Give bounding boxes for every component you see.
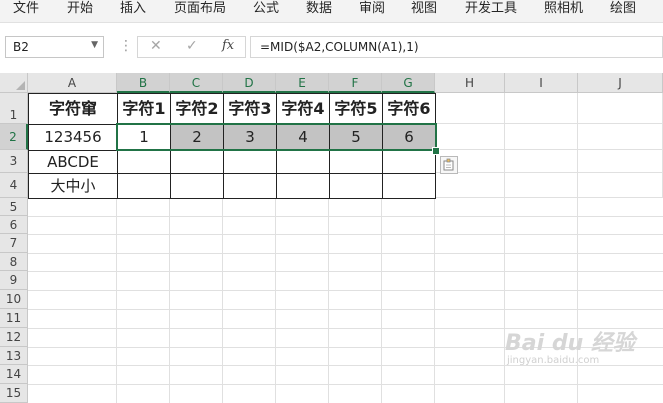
watermark-url: jingyan.baidu.com (507, 355, 600, 366)
cell-H1[interactable] (435, 93, 505, 124)
cell-D1[interactable]: 字符3 (223, 93, 277, 125)
column-header-I[interactable]: I (505, 73, 578, 93)
row-header-8[interactable]: 8 (0, 253, 28, 271)
row-header-3[interactable]: 3 (0, 150, 28, 173)
name-box[interactable]: B2 ▼ (5, 36, 104, 58)
column-header-J[interactable]: J (578, 73, 663, 93)
cell-B4[interactable] (117, 173, 171, 199)
quick-analysis-icon[interactable] (440, 156, 458, 174)
cell-H4[interactable] (435, 173, 505, 198)
tab-home[interactable]: 开始 (67, 0, 93, 20)
cell-A2[interactable]: 123456 (28, 124, 118, 151)
row-header-11[interactable]: 11 (0, 309, 28, 328)
cell-J2[interactable] (578, 124, 663, 150)
column-header-H[interactable]: H (435, 73, 505, 93)
cell-E4[interactable] (276, 173, 330, 199)
worksheet-grid: A B C D E F G H I J 1 2 3 4 5 6 7 8 9 10… (0, 73, 663, 403)
formula-buttons: ✕ ✓ fx (137, 36, 246, 58)
cell-A4[interactable]: 大中小 (28, 173, 118, 199)
formula-input[interactable]: =MID($A2,COLUMN(A1),1) (250, 36, 663, 58)
column-header-A[interactable]: A (28, 73, 117, 93)
watermark-logo: Bai du 经验 (505, 331, 635, 356)
tab-page-layout[interactable]: 页面布局 (174, 0, 226, 20)
quick-analysis-glyph-icon (443, 158, 454, 171)
cell-E2[interactable]: 4 (276, 124, 330, 151)
row-header-2[interactable]: 2 (0, 124, 28, 150)
cell-F4[interactable] (329, 173, 383, 199)
cell-A3[interactable]: ABCDE (28, 150, 118, 174)
cell-I1[interactable] (505, 93, 578, 124)
cell-I4[interactable] (505, 173, 578, 198)
column-header-G[interactable]: G (382, 73, 435, 93)
cell-B3[interactable] (117, 150, 171, 174)
tab-formulas[interactable]: 公式 (253, 0, 279, 20)
cell-G2[interactable]: 6 (382, 124, 436, 151)
cell-C4[interactable] (170, 173, 224, 199)
cell-D2[interactable]: 3 (223, 124, 277, 151)
tab-insert[interactable]: 插入 (120, 0, 146, 20)
column-header-C[interactable]: C (170, 73, 223, 93)
cell-B2[interactable]: 1 (117, 124, 171, 151)
cell-F2[interactable]: 5 (329, 124, 383, 151)
cell-G1[interactable]: 字符6 (382, 93, 436, 125)
row-header-9[interactable]: 9 (0, 271, 28, 290)
cell-C3[interactable] (170, 150, 224, 174)
formula-bar: B2 ▼ ⋮ ✕ ✓ fx =MID($A2,COLUMN(A1),1) (0, 22, 663, 77)
cell-I3[interactable] (505, 150, 578, 173)
cell-D4[interactable] (223, 173, 277, 199)
cell-J1[interactable] (578, 93, 663, 124)
tab-developer[interactable]: 开发工具 (465, 0, 517, 20)
cancel-icon[interactable]: ✕ (150, 38, 162, 54)
tab-view[interactable]: 视图 (411, 0, 437, 20)
column-header-E[interactable]: E (276, 73, 329, 93)
row-header-12[interactable]: 12 (0, 328, 28, 347)
cell-C2[interactable]: 2 (170, 124, 224, 151)
tab-review[interactable]: 审阅 (359, 0, 385, 20)
cell-B1[interactable]: 字符1 (117, 93, 171, 125)
column-header-D[interactable]: D (223, 73, 276, 93)
tab-camera[interactable]: 照相机 (544, 0, 583, 20)
row-header-15[interactable]: 15 (0, 384, 28, 403)
row-header-1[interactable]: 1 (0, 93, 28, 124)
chevron-down-icon[interactable]: ▼ (91, 40, 98, 50)
cell-J3[interactable] (578, 150, 663, 173)
cell-E1[interactable]: 字符4 (276, 93, 330, 125)
row-header-4[interactable]: 4 (0, 173, 28, 198)
tab-file[interactable]: 文件 (13, 0, 39, 20)
column-header-F[interactable]: F (329, 73, 382, 93)
watermark: Bai du 经验 jingyan.baidu.com (505, 325, 635, 366)
enter-icon[interactable]: ✓ (186, 38, 198, 54)
drag-handle-icon[interactable]: ⋮ (119, 39, 133, 53)
name-box-value: B2 (13, 40, 29, 54)
cell-I2[interactable] (505, 124, 578, 150)
cell-G4[interactable] (382, 173, 436, 199)
row-header-6[interactable]: 6 (0, 216, 28, 234)
row-header-13[interactable]: 13 (0, 347, 28, 365)
cell-J4[interactable] (578, 173, 663, 198)
ribbon-tab-bar: 文件 开始 插入 页面布局 公式 数据 审阅 视图 开发工具 照相机 绘图 (0, 0, 663, 22)
formula-text: =MID($A2,COLUMN(A1),1) (260, 40, 419, 54)
cell-E3[interactable] (276, 150, 330, 174)
column-header-B[interactable]: B (117, 73, 170, 93)
cell-C1[interactable]: 字符2 (170, 93, 224, 125)
row-header-7[interactable]: 7 (0, 234, 28, 253)
cell-A1[interactable]: 字符窜 (28, 93, 118, 125)
select-all-button[interactable] (0, 73, 28, 93)
cell-H2[interactable] (435, 124, 505, 150)
row-header-10[interactable]: 10 (0, 290, 28, 309)
insert-function-icon[interactable]: fx (222, 38, 234, 53)
empty-rows-gridlines (28, 198, 663, 403)
tab-draw[interactable]: 绘图 (610, 0, 636, 20)
select-all-triangle-icon (16, 81, 25, 90)
cell-F3[interactable] (329, 150, 383, 174)
fill-handle[interactable] (432, 147, 440, 155)
tab-data[interactable]: 数据 (306, 0, 332, 20)
row-header-14[interactable]: 14 (0, 365, 28, 384)
cell-G3[interactable] (382, 150, 436, 174)
cell-D3[interactable] (223, 150, 277, 174)
cell-F1[interactable]: 字符5 (329, 93, 383, 125)
row-header-5[interactable]: 5 (0, 198, 28, 216)
